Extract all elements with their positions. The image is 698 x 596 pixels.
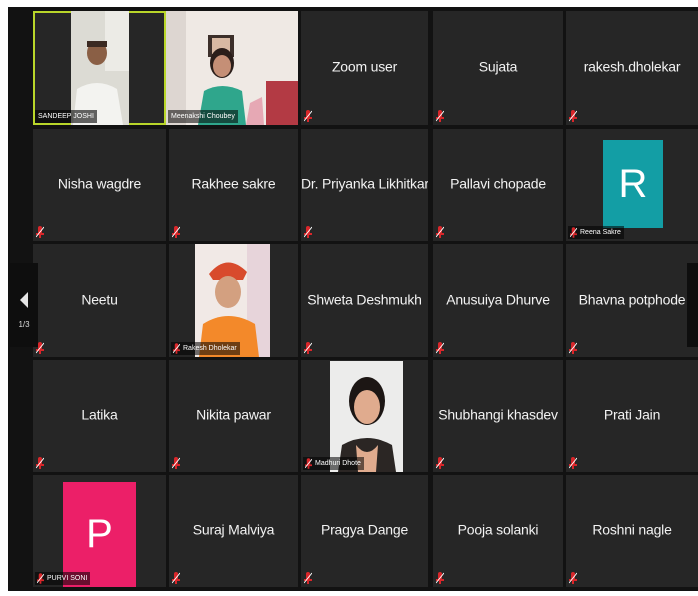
- participant-tile-latika[interactable]: Latika: [33, 360, 166, 472]
- participant-tile-priyanka-likhitkar[interactable]: Dr. Priyanka Likhitkar: [301, 129, 428, 241]
- participant-tile-nikita-pawar[interactable]: Nikita pawar: [169, 360, 298, 472]
- participant-tile-sandeep-joshi[interactable]: SANDEEP JOSHI: [33, 11, 166, 125]
- muted-mic-icon: [304, 572, 312, 584]
- muted-mic-icon: [172, 572, 180, 584]
- participant-tile-shweta-deshmukh[interactable]: Shweta Deshmukh: [301, 244, 428, 357]
- muted-mic-icon: [436, 342, 444, 354]
- muted-mic-icon: [304, 110, 312, 122]
- muted-mic-icon: [304, 342, 312, 354]
- muted-mic-icon: [305, 458, 312, 469]
- participant-name: Nisha wagdre: [57, 175, 142, 192]
- participant-tile-nisha-wagdre[interactable]: Nisha wagdre: [33, 129, 166, 241]
- participant-name: Bhavna potphode: [578, 291, 686, 308]
- participant-name: Latika: [81, 406, 118, 423]
- participant-name: Sujata: [478, 58, 518, 75]
- participant-name-label: PURVI SONI: [35, 572, 91, 585]
- next-page-button[interactable]: [687, 263, 698, 347]
- person-silhouette: [71, 11, 129, 125]
- muted-mic-icon: [436, 110, 444, 122]
- muted-mic-icon: [36, 457, 44, 469]
- participant-tile-bhavna-potphode[interactable]: Bhavna potphode: [566, 244, 698, 357]
- participant-name: Roshni nagle: [592, 521, 672, 538]
- participant-tile-purvi-soni[interactable]: P PURVI SONI: [33, 475, 166, 587]
- participant-tile-neetu[interactable]: Neetu: [33, 244, 166, 357]
- participant-tile-anusuiya-dhurve[interactable]: Anusuiya Dhurve: [433, 244, 563, 357]
- participant-name: Pallavi chopade: [450, 175, 546, 192]
- page-indicator: 1/3: [18, 320, 30, 329]
- participant-tile-rakesh-dholekar-name[interactable]: rakesh.dholekar: [566, 11, 698, 125]
- participant-tile-zoom-user[interactable]: Zoom user: [301, 11, 428, 125]
- participant-name: Shubhangi khasdev: [438, 406, 558, 423]
- participant-tile-prati-jain[interactable]: Prati Jain: [566, 360, 698, 472]
- participant-name: rakesh.dholekar: [583, 58, 681, 75]
- muted-mic-icon: [172, 226, 180, 238]
- zoom-gallery-window: SANDEEP JOSHI Meenakshi Choubey Zoom use…: [0, 0, 698, 596]
- muted-mic-icon: [173, 343, 180, 354]
- participant-tile-madhuri-dhote[interactable]: Madhuri Dhote: [301, 360, 428, 472]
- muted-mic-icon: [569, 342, 577, 354]
- participant-tile-pragya-dange[interactable]: Pragya Dange: [301, 475, 428, 587]
- muted-mic-icon: [436, 226, 444, 238]
- participant-video: [166, 11, 298, 125]
- participant-video: [71, 11, 129, 125]
- participant-name: Suraj Malviya: [192, 521, 275, 538]
- muted-mic-icon: [37, 573, 44, 584]
- participant-name: Nikita pawar: [196, 406, 271, 423]
- participant-name: Shweta Deshmukh: [307, 291, 422, 308]
- participant-tile-pallavi-chopade[interactable]: Pallavi chopade: [433, 129, 563, 241]
- muted-mic-icon: [304, 226, 312, 238]
- participant-name: Pooja solanki: [457, 521, 539, 538]
- participant-name-label: Meenakshi Choubey: [168, 110, 238, 123]
- person-video-frame: [330, 361, 403, 472]
- participant-name: Prati Jain: [603, 406, 661, 423]
- participant-tile-roshni-nagle[interactable]: Roshni nagle: [566, 475, 698, 587]
- muted-mic-icon: [436, 457, 444, 469]
- participant-name-label: Reena Sakre: [568, 226, 624, 239]
- participant-name: Neetu: [81, 291, 118, 308]
- participant-video: [330, 361, 403, 472]
- person-video-frame: [195, 244, 270, 357]
- participant-tile-reena-sakre[interactable]: R Reena Sakre: [566, 129, 698, 241]
- person-video-frame: [166, 11, 298, 125]
- participant-name: Anusuiya Dhurve: [446, 291, 550, 308]
- participant-name: Rakhee sakre: [191, 175, 276, 192]
- muted-mic-icon: [570, 227, 577, 238]
- avatar: R: [603, 140, 663, 228]
- participant-video: [195, 244, 270, 357]
- participant-tile-suraj-malviya[interactable]: Suraj Malviya: [169, 475, 298, 587]
- muted-mic-icon: [36, 226, 44, 238]
- participant-name: Dr. Priyanka Likhitkar: [301, 175, 428, 192]
- participant-name: Pragya Dange: [320, 521, 409, 538]
- participant-tile-sujata[interactable]: Sujata: [433, 11, 563, 125]
- participant-tile-rakesh-dholekar[interactable]: Rakesh Dholekar: [169, 244, 298, 357]
- chevron-left-icon: [20, 292, 28, 308]
- muted-mic-icon: [569, 572, 577, 584]
- participant-tile-rakhee-sakre[interactable]: Rakhee sakre: [169, 129, 298, 241]
- muted-mic-icon: [436, 572, 444, 584]
- participant-tile-shubhangi-khasdev[interactable]: Shubhangi khasdev: [433, 360, 563, 472]
- gallery-view: SANDEEP JOSHI Meenakshi Choubey Zoom use…: [8, 7, 698, 591]
- participant-name-label: Madhuri Dhote: [303, 457, 364, 470]
- participant-tile-meenakshi-choubey[interactable]: Meenakshi Choubey: [166, 11, 298, 125]
- participant-name-label: SANDEEP JOSHI: [35, 110, 97, 123]
- muted-mic-icon: [172, 457, 180, 469]
- participant-tile-pooja-solanki[interactable]: Pooja solanki: [433, 475, 563, 587]
- participant-name: Zoom user: [331, 58, 398, 75]
- previous-page-button[interactable]: 1/3: [10, 263, 38, 347]
- muted-mic-icon: [569, 110, 577, 122]
- muted-mic-icon: [569, 457, 577, 469]
- participant-name-label: Rakesh Dholekar: [171, 342, 240, 355]
